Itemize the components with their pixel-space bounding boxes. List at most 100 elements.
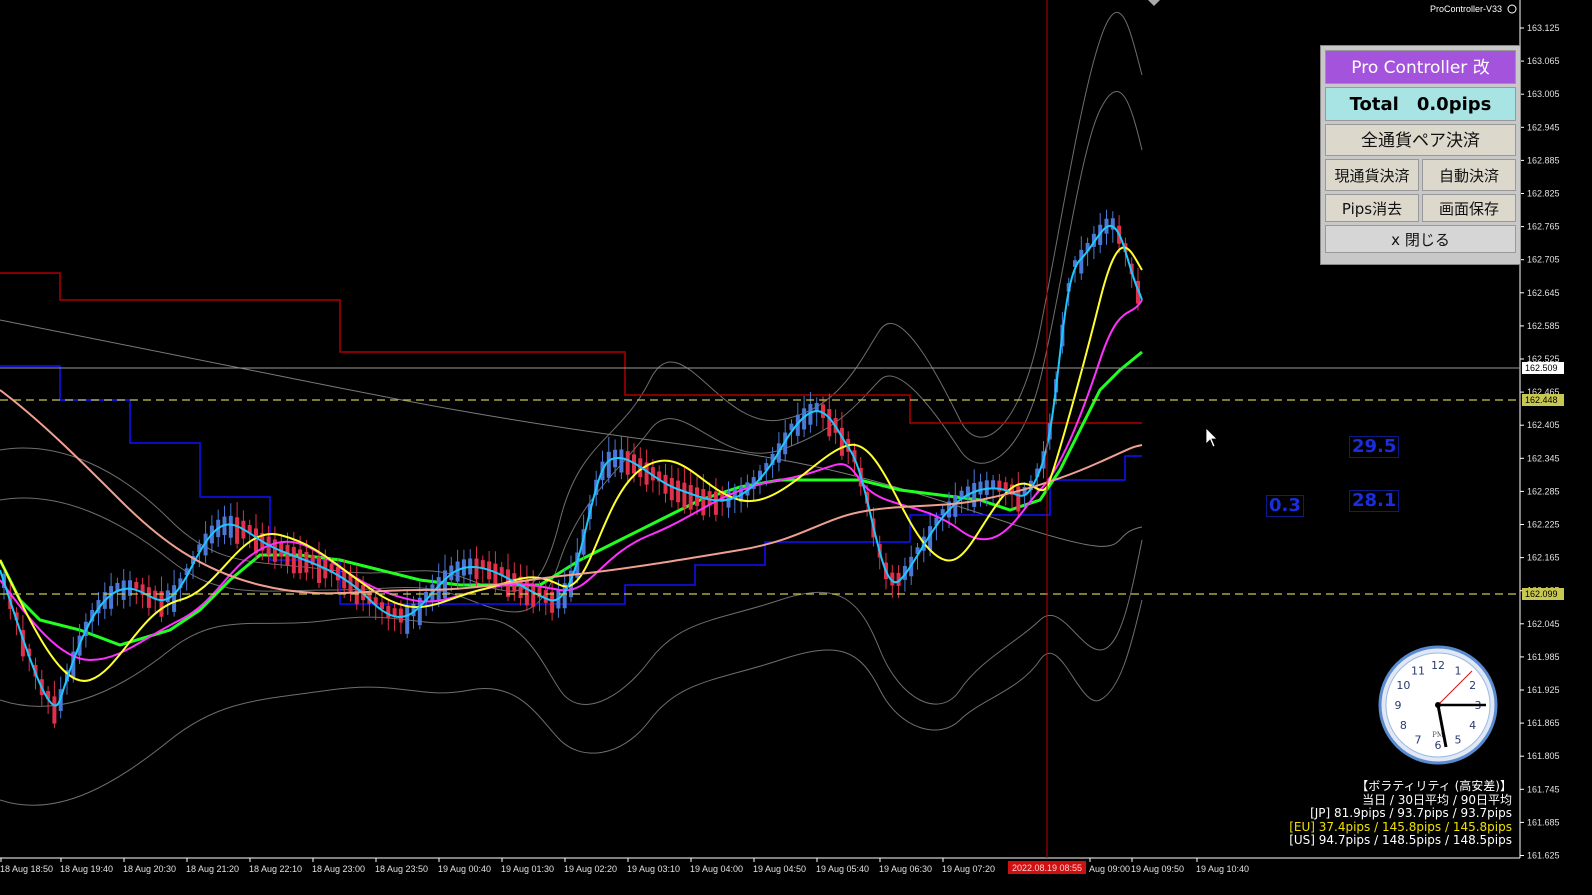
candle-body — [1079, 249, 1084, 274]
ema-fast-line — [0, 224, 1143, 707]
price-tick-label: 162.585 — [1527, 321, 1560, 331]
candle-body — [493, 563, 498, 586]
close-panel-button[interactable]: x 閉じる — [1325, 225, 1516, 253]
candle-body — [172, 585, 177, 612]
time-tick-label: 18 Aug 23:50 — [375, 864, 428, 874]
close-current-pair-button[interactable]: 現通貨決済 — [1325, 159, 1419, 191]
clock-numeral: 6 — [1435, 739, 1442, 752]
price-tick-label: 161.745 — [1527, 784, 1560, 794]
clock-numeral: 9 — [1395, 699, 1402, 712]
candle-body — [291, 546, 296, 574]
svg-text:162.509: 162.509 — [1525, 363, 1558, 373]
clock-numeral: 7 — [1415, 734, 1422, 747]
clock-numeral: 10 — [1396, 679, 1410, 692]
clock-numeral: 5 — [1455, 734, 1462, 747]
time-tick-label: 18 Aug 22:10 — [249, 864, 302, 874]
clock-numeral: 12 — [1431, 659, 1445, 672]
price-tick-label: 161.925 — [1527, 685, 1560, 695]
candle-body — [676, 480, 681, 503]
candle-body — [972, 483, 977, 507]
candle-body — [959, 490, 964, 498]
time-tick-label: 19 Aug 04:00 — [690, 864, 743, 874]
price-tick-label: 161.625 — [1527, 851, 1560, 861]
smiley-icon — [1507, 4, 1517, 14]
price-tick-label: 162.225 — [1527, 520, 1560, 530]
volatility-header: 当日 / 30日平均 / 90日平均 — [1362, 792, 1512, 807]
shift-marker-icon[interactable] — [1148, 0, 1160, 6]
analog-clock: 123456789101112 PM — [1378, 645, 1498, 765]
time-tick-label: 19 Aug 01:30 — [501, 864, 554, 874]
time-tick-label: 18 Aug 21:20 — [186, 864, 239, 874]
clock-numeral: 8 — [1400, 719, 1407, 732]
close-all-pairs-button[interactable]: 全通貨ペア決済 — [1325, 124, 1516, 156]
time-tick-label: 18 Aug 19:40 — [60, 864, 113, 874]
candle-body — [165, 590, 170, 603]
price-tick-label: 161.985 — [1527, 652, 1560, 662]
price-tick-label: 162.945 — [1527, 122, 1560, 132]
svg-text:162.099: 162.099 — [1525, 589, 1558, 599]
auto-close-button[interactable]: 自動決済 — [1422, 159, 1516, 191]
candle-body — [235, 517, 240, 544]
time-tick-label: 18 Aug 23:00 — [312, 864, 365, 874]
pro-controller-panel: Pro Controller 改 Total 0.0pips 全通貨ペア決済 現… — [1320, 45, 1521, 265]
candle-body — [398, 608, 403, 623]
candle-body — [839, 427, 844, 456]
time-tick-label: 18 Aug 18:50 — [0, 864, 53, 874]
candle-body — [543, 590, 548, 603]
time-tick-label: 19 Aug 07:20 — [942, 864, 995, 874]
volatility-eu: [EU] 37.4pips / 145.8pips / 145.8pips — [1289, 819, 1512, 834]
time-tick-label: 19 Aug 00:40 — [438, 864, 491, 874]
mouse-cursor-icon — [1205, 427, 1218, 448]
price-axis-ticks: 163.125 163.065 163.005 162.945 162.885 162.8… — [1520, 23, 1560, 861]
time-tick-label: 19 Aug 05:40 — [816, 864, 869, 874]
volatility-title: 【ボラティリティ (高安差)】 — [1356, 779, 1512, 793]
candle-body — [474, 558, 479, 580]
candle-body — [159, 591, 164, 617]
candle-body — [228, 515, 233, 538]
price-tick-label: 161.805 — [1527, 751, 1560, 761]
upper-line-price-tag: 162.448 — [1522, 394, 1564, 406]
price-tick-label: 162.345 — [1527, 453, 1560, 463]
price-tick-label: 161.865 — [1527, 718, 1560, 728]
candle-body — [619, 449, 624, 473]
candle-body — [682, 482, 687, 509]
time-tick-label: 19 Aug 10:40 — [1196, 864, 1249, 874]
clear-pips-button[interactable]: Pips消去 — [1325, 194, 1419, 222]
svg-text:162.448: 162.448 — [1525, 395, 1558, 405]
candle-body — [606, 451, 611, 478]
time-tick-label: Aug 09:00 — [1089, 864, 1130, 874]
bollinger-bands — [0, 12, 1143, 806]
price-tick-label: 162.705 — [1527, 255, 1560, 265]
total-pips-display: Total 0.0pips — [1325, 87, 1516, 121]
candle-body — [134, 581, 139, 589]
candle-body — [317, 556, 321, 584]
value-box-2: 28.1 — [1349, 490, 1400, 512]
price-tick-label: 162.645 — [1527, 288, 1560, 298]
time-tick-label: 19 Aug 03:10 — [627, 864, 680, 874]
price-tick-label: 162.405 — [1527, 420, 1560, 430]
time-tick-label: 19 Aug 06:30 — [879, 864, 932, 874]
time-tick-label: 19 Aug 02:20 — [564, 864, 617, 874]
time-tick-label: 19 Aug 04:50 — [753, 864, 806, 874]
lower-line-price-tag: 162.099 — [1522, 588, 1564, 600]
ea-label: ProController-V33 — [1430, 4, 1502, 14]
volatility-us: [US] 94.7pips / 148.5pips / 148.5pips — [1289, 833, 1512, 847]
candle-body — [978, 481, 983, 495]
volatility-jp: [JP] 81.9pips / 93.7pips / 93.7pips — [1310, 806, 1512, 820]
candle-body — [386, 605, 391, 618]
time-tick-label: 18 Aug 20:30 — [123, 864, 176, 874]
value-box-3: 0.3 — [1266, 495, 1304, 517]
price-tick-label: 162.885 — [1527, 155, 1560, 165]
candle-body — [625, 451, 630, 475]
price-tick-label: 162.045 — [1527, 619, 1560, 629]
value-box-1: 29.5 — [1349, 436, 1400, 458]
candle-body — [405, 606, 410, 634]
save-screen-button[interactable]: 画面保存 — [1422, 194, 1516, 222]
ema-mid-line — [0, 246, 1143, 682]
candle-body — [109, 586, 114, 609]
candle-body — [531, 583, 536, 607]
candle-body — [285, 544, 290, 566]
price-tick-label: 163.005 — [1527, 89, 1560, 99]
candle-body — [991, 480, 996, 489]
price-tick-label: 162.825 — [1527, 189, 1560, 199]
